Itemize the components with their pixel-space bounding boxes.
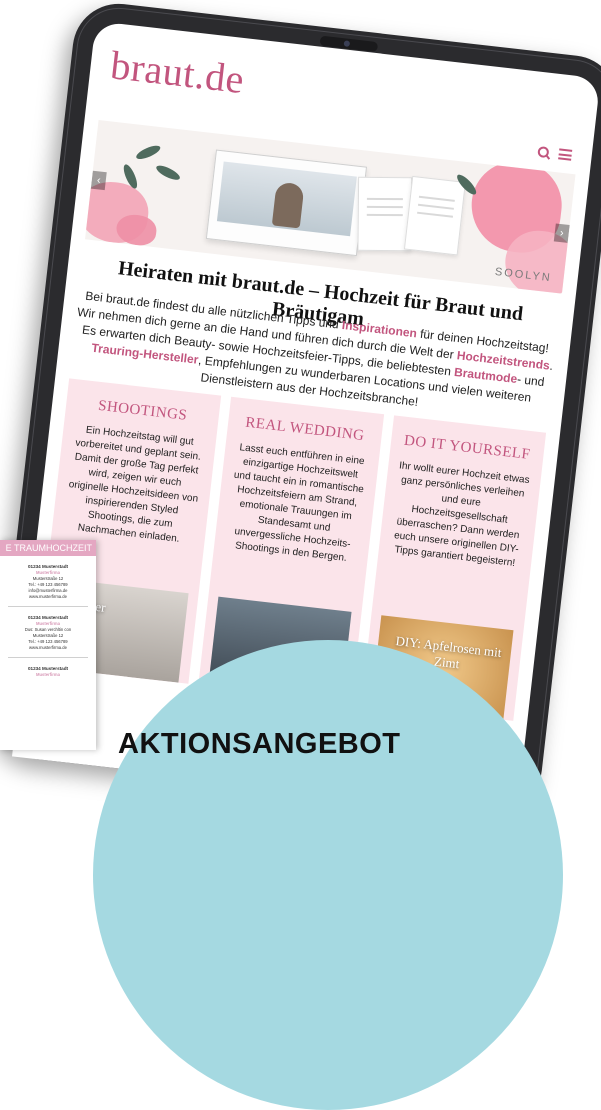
mockup-photo — [216, 161, 357, 237]
intro-text-part: - und — [516, 372, 546, 390]
address-entry: 01234 Musterstadt Musterfirma — [0, 658, 96, 684]
search-icon[interactable] — [537, 146, 550, 159]
address-entry: 01234 Musterstadt Musterfirma Dus: Susan… — [0, 607, 96, 657]
promo-headline: AKTIONSANGEBOT — [118, 728, 401, 760]
slider-prev-button[interactable]: ‹ — [90, 170, 107, 191]
couple-image — [271, 181, 305, 229]
address-entry: 01234 Musterstadt Musterfirma Musterstra… — [0, 556, 96, 606]
card-text: Ein Hochzeitstag will gut vorbereitet un… — [68, 424, 202, 545]
flyer-banner: E TRAUMHOCHZEIT — [0, 540, 96, 556]
card-text: Lasst euch entführen in eine einzigartig… — [233, 442, 366, 564]
address-line: www.musterfirma.de — [29, 594, 67, 599]
address-line: www.musterfirma.de — [29, 645, 67, 650]
slider-next-button[interactable]: › — [553, 223, 570, 243]
header-actions — [537, 146, 573, 162]
leaf-decoration — [154, 162, 182, 183]
menu-icon[interactable] — [558, 148, 573, 161]
mockup-laptop — [205, 149, 368, 257]
leaf-decoration — [134, 143, 162, 162]
flyer-page: E TRAUMHOCHZEIT 01234 Musterstadt Muster… — [0, 540, 96, 750]
address-firm: Musterfirma — [36, 672, 60, 677]
card-title[interactable]: SHOOTINGS — [75, 395, 209, 427]
mockup-card — [403, 175, 466, 256]
card-text: Ihr wollt eurer Hochzeit etwas ganz pers… — [393, 460, 531, 569]
site-logo[interactable]: braut.de — [108, 41, 246, 103]
card-title[interactable]: DO IT YOURSELF — [400, 432, 534, 464]
promo-circle[interactable]: AKTIONSANGEBOT — [93, 640, 563, 1110]
card-title[interactable]: REAL WEDDING — [238, 414, 372, 446]
